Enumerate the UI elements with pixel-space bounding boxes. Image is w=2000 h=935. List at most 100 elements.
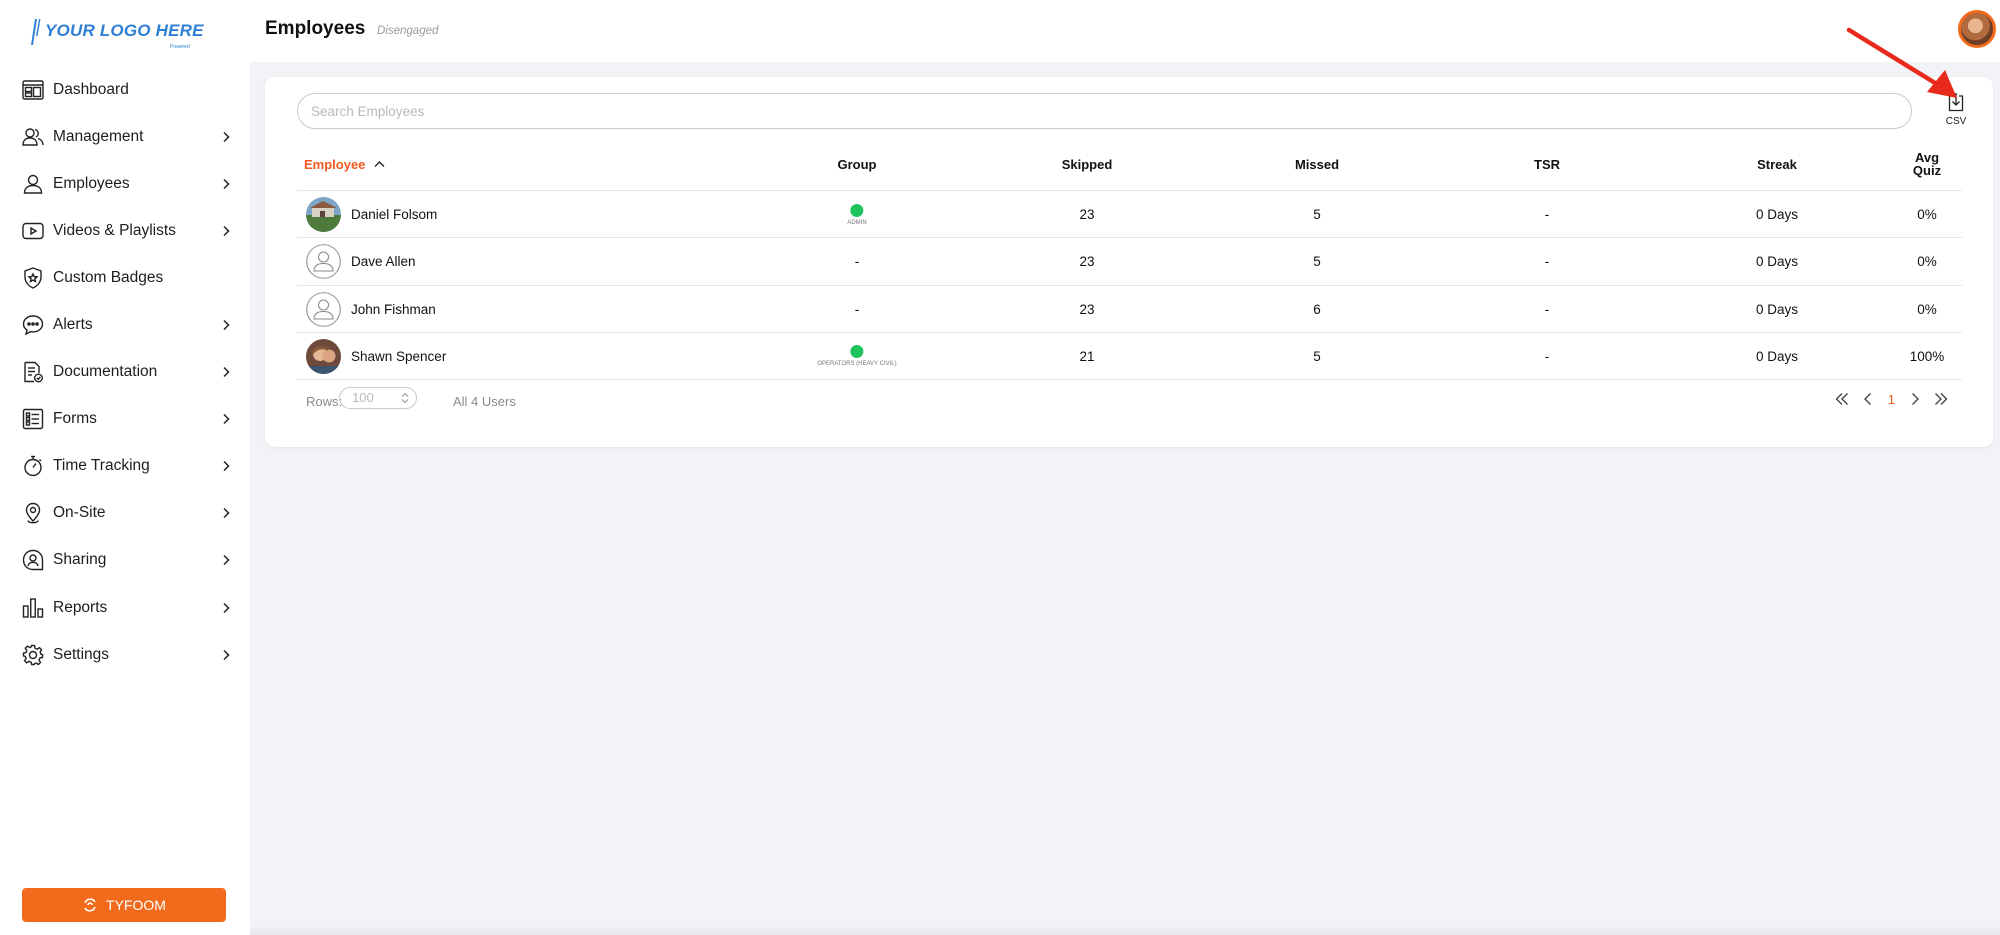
employees-card: CSV Employee Group Skipped Missed TSR St… [265,77,1993,447]
sidebar-item-sharing[interactable]: Sharing [0,537,250,584]
chevron-right-icon [220,554,232,566]
table-row[interactable]: Dave Allen - 23 5 - 0 Days 0% [297,238,1962,286]
chevron-right-icon [220,366,232,378]
employee-name[interactable]: John Fishman [351,286,436,333]
sidebar-item-label: Sharing [53,551,107,569]
search-input[interactable] [297,93,1912,129]
employee-name[interactable]: Daniel Folsom [351,191,437,238]
avg-quiz-value: 100% [1909,348,1945,364]
bottom-scroll-shadow [250,925,2000,935]
chevron-right-icon [220,507,232,519]
column-header-skipped[interactable]: Skipped [1062,137,1113,191]
sidebar-item-time-tracking[interactable]: Time Tracking [0,443,250,490]
skipped-value: 21 [1079,348,1095,364]
sidebar-item-label: Reports [53,598,108,616]
column-header-label: Employee [304,156,366,172]
rows-label: Rows: [306,394,343,409]
logo-subtext: Powered [170,44,190,50]
next-page-button[interactable] [1907,391,1923,407]
table-footer: Rows: 100 All 4 Users 1 [297,387,1962,417]
table-header: Employee Group Skipped Missed TSR Streak… [297,137,1962,191]
forms-icon [21,407,45,431]
skipped-value: 23 [1079,207,1095,222]
tsr-value: - [1544,254,1550,270]
column-header-employee[interactable]: Employee [304,137,385,191]
tsr-value: - [1544,207,1550,222]
avg-quiz-value: 0% [1917,254,1937,270]
chevron-right-icon [220,225,232,237]
location-pin-icon [21,501,45,525]
streak-value: 0 Days [1755,301,1799,317]
column-header-group[interactable]: Group [838,137,877,191]
dashboard-icon [21,78,45,102]
employee-avatar-placeholder [306,291,341,327]
sidebar-item-alerts[interactable]: Alerts [0,301,250,348]
chevron-right-icon [220,602,232,614]
column-header-label: Skipped [1061,156,1113,172]
double-chevron-right-icon [1935,393,1948,405]
table-row[interactable]: John Fishman - 23 6 - 0 Days 0% [297,286,1962,333]
company-logo[interactable]: YOUR LOGO HERE Powered [28,16,228,56]
avg-quiz-value: 0% [1917,301,1937,317]
column-header-missed[interactable]: Missed [1295,137,1339,191]
sidebar-item-forms[interactable]: Forms [0,396,250,443]
table-row[interactable]: Daniel Folsom ADMIN 23 5 - 0 Days 0% [297,191,1962,239]
missed-value: 6 [1313,301,1321,317]
tyfoom-button[interactable]: TYFOOM [22,888,226,922]
chevron-right-icon [220,649,232,661]
page-subtitle: Disengaged [377,25,439,37]
employees-table: Employee Group Skipped Missed TSR Streak… [297,137,1962,381]
stopwatch-icon [21,454,45,478]
sidebar-item-dashboard[interactable]: Dashboard [0,66,250,113]
group-status-dot [850,203,864,217]
employees-icon [21,172,45,196]
tsr-value: - [1544,348,1550,364]
sidebar-item-custom-badges[interactable]: Custom Badges [0,254,250,301]
sidebar-item-management[interactable]: Management [0,113,250,160]
missed-value: 5 [1313,348,1321,364]
previous-page-button[interactable] [1860,391,1876,407]
streak-value: 0 Days [1755,348,1799,364]
rows-per-page-select[interactable]: 100 [339,387,417,409]
tyfoom-button-label: TYFOOM [106,897,166,913]
employee-group: OPERATORS (HEAVY CIVIL) [817,333,897,380]
sidebar-item-on-site[interactable]: On-Site [0,490,250,537]
double-chevron-left-icon [1835,393,1848,405]
skipped-value: 23 [1079,301,1095,317]
column-header-tsr[interactable]: TSR [1534,137,1560,191]
streak-value: 0 Days [1755,207,1799,222]
chevron-right-icon [220,178,232,190]
column-header-avg-quiz[interactable]: Avg Quiz [1907,137,1947,191]
alerts-icon [21,313,45,337]
sidebar-item-label: Time Tracking [53,457,150,475]
reports-icon [21,596,45,620]
group-label: OPERATORS (HEAVY CIVIL) [817,361,897,368]
sidebar: YOUR LOGO HERE Powered Dashboard Managem… [0,0,250,935]
csv-label: CSV [1945,116,1967,127]
employee-name[interactable]: Dave Allen [351,238,416,285]
sidebar-item-settings[interactable]: Settings [0,631,250,678]
sidebar-item-label: On-Site [53,504,106,522]
stepper-icon [401,392,409,404]
sidebar-item-label: Management [53,127,144,145]
current-page-number[interactable]: 1 [1888,392,1895,407]
first-page-button[interactable] [1834,391,1850,407]
column-header-label: TSR [1534,156,1560,172]
sidebar-item-employees[interactable]: Employees [0,160,250,207]
sidebar-item-videos-playlists[interactable]: Videos & Playlists [0,207,250,254]
sidebar-item-reports[interactable]: Reports [0,584,250,631]
sidebar-item-documentation[interactable]: Documentation [0,349,250,396]
table-row[interactable]: Shawn Spencer OPERATORS (HEAVY CIVIL) 21… [297,333,1962,381]
employee-name[interactable]: Shawn Spencer [351,333,446,380]
group-label: ADMIN [847,219,867,226]
gear-icon [21,643,45,667]
documentation-icon [21,360,45,384]
missed-value: 5 [1313,254,1321,270]
last-page-button[interactable] [1933,391,1949,407]
column-header-streak[interactable]: Streak [1757,137,1797,191]
chevron-left-icon [1863,393,1871,405]
chevron-right-icon [220,131,232,143]
column-header-label: Streak [1757,156,1797,172]
employee-avatar [306,338,341,374]
avg-quiz-value: 0% [1917,207,1937,222]
